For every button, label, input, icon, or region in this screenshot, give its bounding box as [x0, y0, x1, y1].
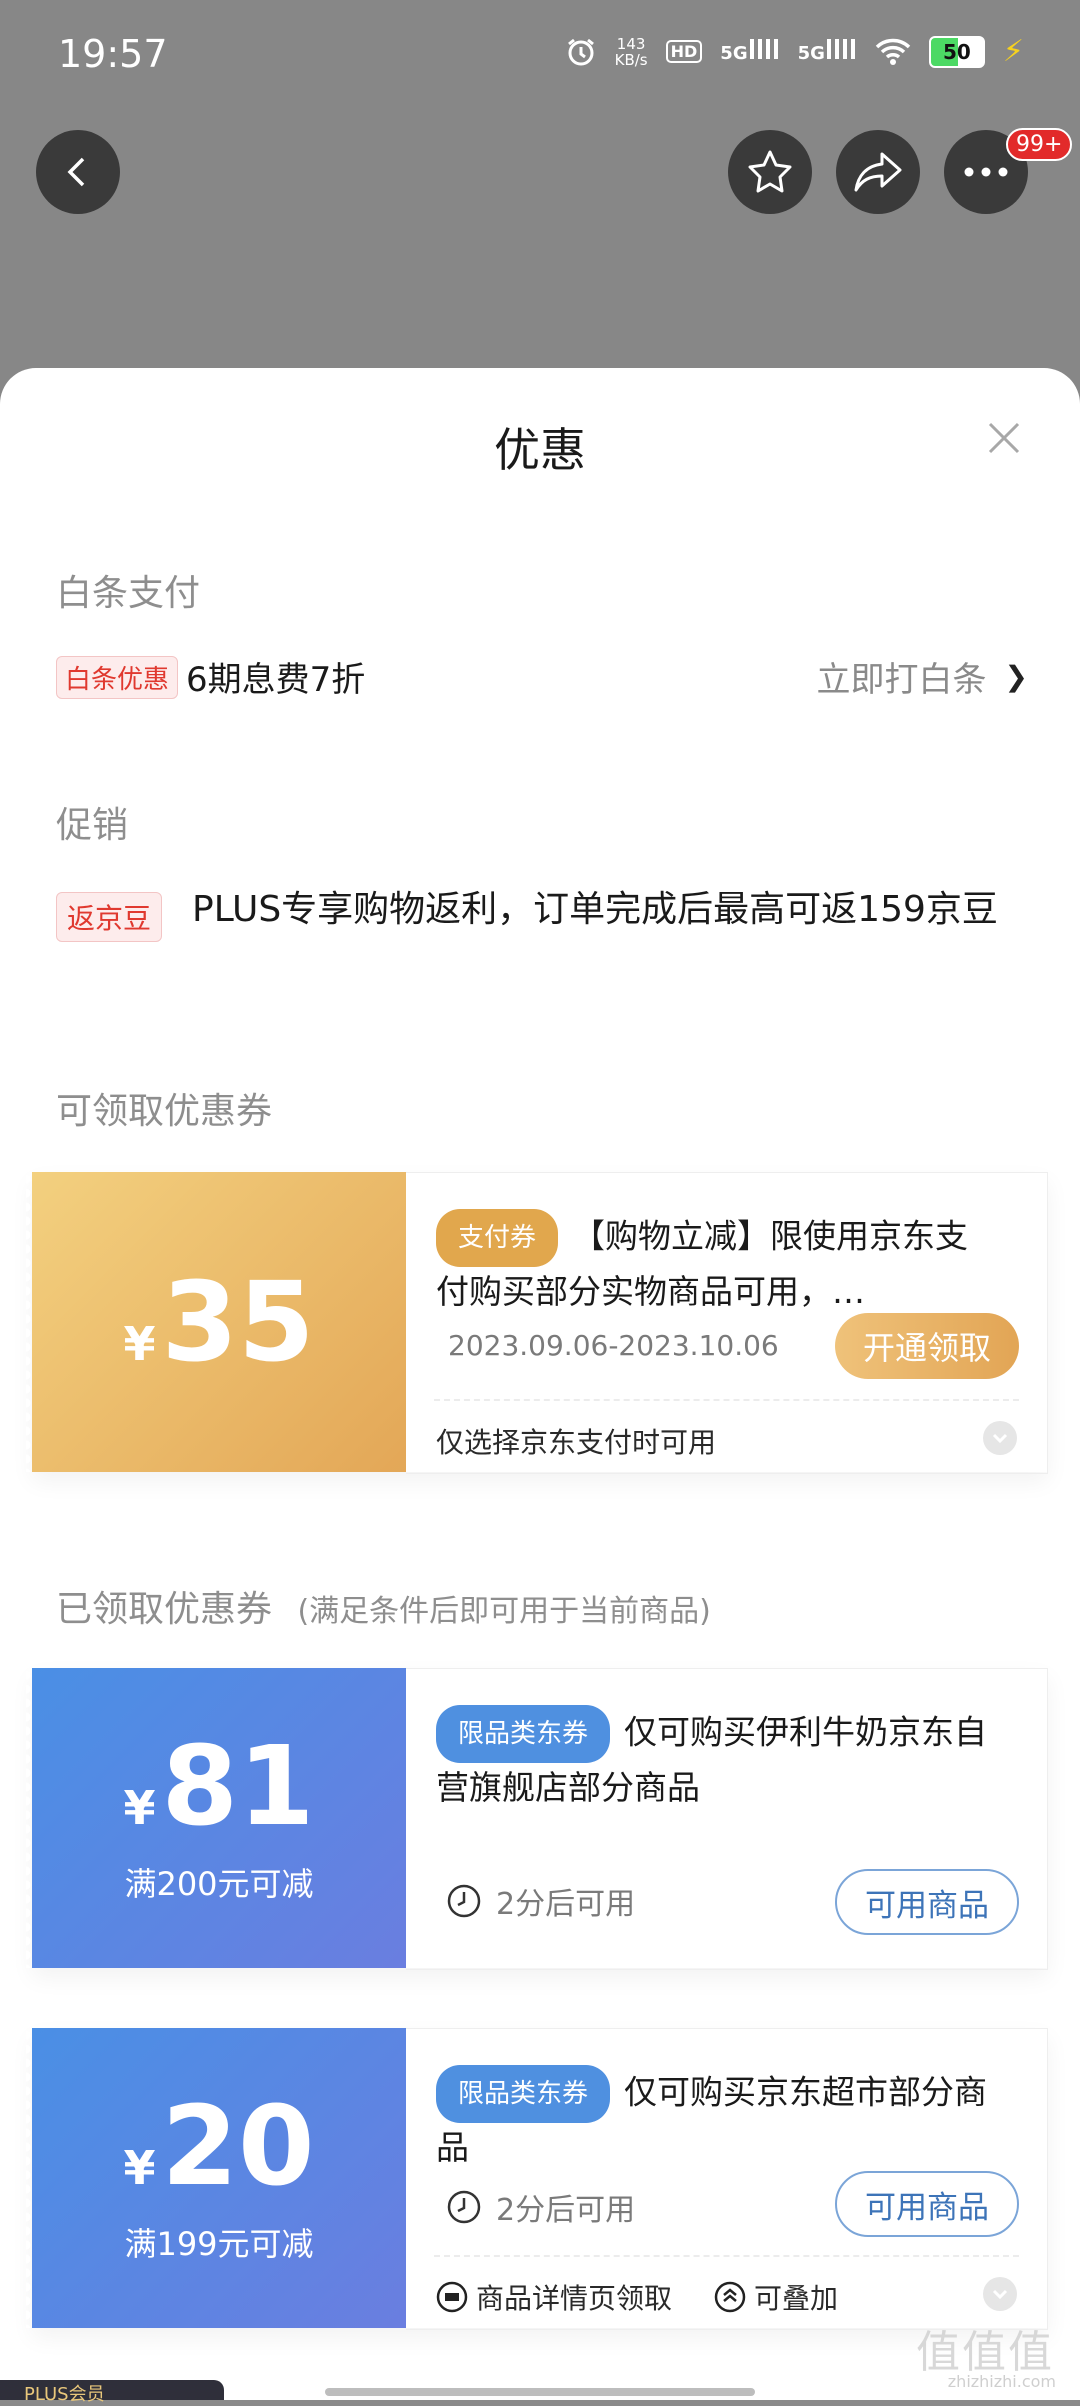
- sheet-title: 优惠: [494, 423, 586, 477]
- coupon-detail-panel: 支付券 【购物立减】限使用京东支付购买部分实物商品可用，… 2023.09.06-…: [406, 1172, 1048, 1474]
- available-products-button[interactable]: 可用商品: [835, 2171, 1019, 2237]
- baitiao-link-label: 立即打白条: [816, 660, 987, 700]
- status-bar: 19:57 143 KB/s HD 5G 5G 50 ⚡: [0, 0, 1080, 110]
- clock-icon: [447, 2190, 481, 2224]
- coupon-title: 限品类东券 仅可购买伊利牛奶京东自营旗舰店部分商品: [436, 1705, 999, 1813]
- coupon-title: 限品类东券 仅可购买京东超市部分商品: [436, 2065, 999, 2173]
- signal-2-icon: 5G: [798, 39, 857, 64]
- coupon-condition: 满199元可减: [124, 2225, 314, 2263]
- chevron-left-icon: [67, 157, 85, 187]
- coupon-amount-value: 20: [161, 2082, 315, 2210]
- received-coupons-title: 已领取优惠券 (满足条件后即可用于当前商品): [56, 1580, 711, 1632]
- watermark-url: zhizhizhi.com: [947, 2372, 1056, 2391]
- stackable-icon: [714, 2281, 746, 2313]
- promotion-tag-label: 返京豆: [56, 892, 163, 942]
- yen-symbol: ¥: [123, 2141, 156, 2195]
- coupon-amount-panel: ¥20 满199元可减: [26, 2028, 406, 2328]
- clock-icon: [447, 1884, 481, 1918]
- signal-1-icon: 5G: [720, 39, 780, 64]
- message-count-badge: 99+: [1006, 128, 1073, 161]
- charging-icon: ⚡: [1002, 34, 1024, 69]
- coupon-availability: 2分后可用: [446, 1879, 635, 1923]
- availability-text: 2分后可用: [496, 1887, 636, 1922]
- promotion-text: PLUS专享购物返利，订单完成后最高可返159京豆: [192, 889, 998, 930]
- more-dots-icon: [964, 167, 1008, 177]
- promotion-tag: 返京豆: [56, 892, 163, 942]
- status-icons: 143 KB/s HD 5G 5G 50 ⚡: [565, 34, 1024, 69]
- plus-member-peek: PLUS会员: [0, 2380, 224, 2405]
- coupon-amount-value: 81: [161, 1722, 315, 1850]
- chevron-down-icon: [992, 2289, 1008, 2300]
- ticket-icon: [436, 2281, 468, 2313]
- watermark-logo: 值值值: [916, 2327, 1054, 2378]
- availability-text: 2分后可用: [496, 2193, 636, 2228]
- close-icon: [988, 422, 1020, 454]
- coupon-divider: [434, 2255, 1019, 2257]
- coupon-amount: ¥35: [123, 1267, 314, 1377]
- discount-sheet: 优惠 白条支付 白条优惠 6期息费7折 立即打白条 ❯ 促销 返京豆 PLUS专…: [0, 368, 1080, 2400]
- coupon-type-tag: 限品类东券: [436, 1705, 611, 1763]
- signal-2-label: 5G: [797, 43, 825, 64]
- coupon-divider: [434, 1399, 1019, 1401]
- wifi-icon: [875, 38, 911, 65]
- alarm-icon: [567, 38, 594, 65]
- received-coupon-card-1: ¥81 满200元可减 限品类东券 仅可购买伊利牛奶京东自营旗舰店部分商品 2分后…: [26, 1668, 1048, 1970]
- received-coupon-card-2: ¥20 满199元可减 限品类东券 仅可购买京东超市部分商品 2分后可用 可用商品…: [26, 2028, 1048, 2330]
- available-coupons-title: 可领取优惠券: [56, 1091, 273, 1132]
- expand-chevron-icon[interactable]: [983, 2277, 1017, 2311]
- signal-1-label: 5G: [720, 43, 748, 64]
- coupon-detail-panel: 限品类东券 仅可购买伊利牛奶京东自营旗舰店部分商品 2分后可用 可用商品: [406, 1668, 1048, 1970]
- baitiao-section-title: 白条支付: [56, 573, 201, 614]
- received-coupons-note: (满足条件后即可用于当前商品): [297, 1594, 711, 1629]
- coupon-footer-note: 仅选择京东支付时可用: [436, 1426, 717, 1459]
- coupon-title: 支付券 【购物立减】限使用京东支付购买部分实物商品可用，…: [436, 1209, 999, 1317]
- battery-level: 50: [943, 39, 971, 64]
- status-time: 19:57: [58, 32, 168, 76]
- home-indicator[interactable]: [325, 2388, 755, 2396]
- expand-chevron-icon[interactable]: [983, 1421, 1017, 1455]
- close-button[interactable]: [984, 418, 1024, 458]
- coupon-type-tag: 限品类东券: [436, 2065, 611, 2123]
- chevron-right-icon: ❯: [1004, 660, 1028, 693]
- baitiao-tag: 白条优惠: [56, 656, 179, 699]
- promotion-section-title: 促销: [56, 805, 129, 846]
- net-speed: 143 KB/s: [615, 36, 648, 68]
- coupon-type-tag: 支付券: [436, 1209, 559, 1267]
- yen-symbol: ¥: [123, 1317, 156, 1371]
- coupon-amount: ¥20: [123, 2091, 314, 2201]
- coupon-date-range: 2023.09.06-2023.10.06: [448, 1329, 779, 1362]
- baitiao-tag-label: 白条优惠: [56, 656, 179, 699]
- coupon-amount-value: 35: [161, 1258, 315, 1386]
- favorite-button[interactable]: [728, 130, 812, 214]
- coupon-amount: ¥81: [123, 1731, 314, 1841]
- claim-source-text: 商品详情页领取: [476, 2282, 673, 2315]
- activate-claim-button[interactable]: 开通领取: [835, 1313, 1019, 1379]
- baitiao-text: 6期息费7折: [186, 660, 366, 700]
- received-coupons-title-text: 已领取优惠券: [56, 1589, 273, 1630]
- net-speed-unit: KB/s: [614, 50, 648, 69]
- coupon-detail-panel: 限品类东券 仅可购买京东超市部分商品 2分后可用 可用商品 商品详情页领取 可叠加: [406, 2028, 1048, 2330]
- coupon-amount-panel: ¥81 满200元可减: [26, 1668, 406, 1968]
- coupon-footer-claim: 商品详情页领取 可叠加: [436, 2277, 838, 2317]
- available-coupon-card: ¥35 支付券 【购物立减】限使用京东支付购买部分实物商品可用，… 2023.09…: [26, 1172, 1048, 1474]
- star-icon: [748, 150, 792, 193]
- stackable-text: 可叠加: [754, 2282, 839, 2315]
- coupon-amount-panel: ¥35: [26, 1172, 406, 1472]
- yen-symbol: ¥: [123, 1781, 156, 1835]
- coupon-availability: 2分后可用: [446, 2185, 635, 2229]
- battery-icon: 50: [928, 35, 985, 68]
- hd-icon: HD: [665, 40, 703, 63]
- chevron-down-icon: [992, 1433, 1008, 1444]
- coupon-condition: 满200元可减: [124, 1865, 314, 1903]
- share-button[interactable]: [836, 130, 920, 214]
- net-speed-value: 143: [616, 34, 646, 53]
- back-button[interactable]: [36, 130, 120, 214]
- baitiao-link[interactable]: 立即打白条 ❯: [817, 652, 1028, 701]
- share-icon: [854, 152, 902, 192]
- available-products-button[interactable]: 可用商品: [835, 1869, 1019, 1935]
